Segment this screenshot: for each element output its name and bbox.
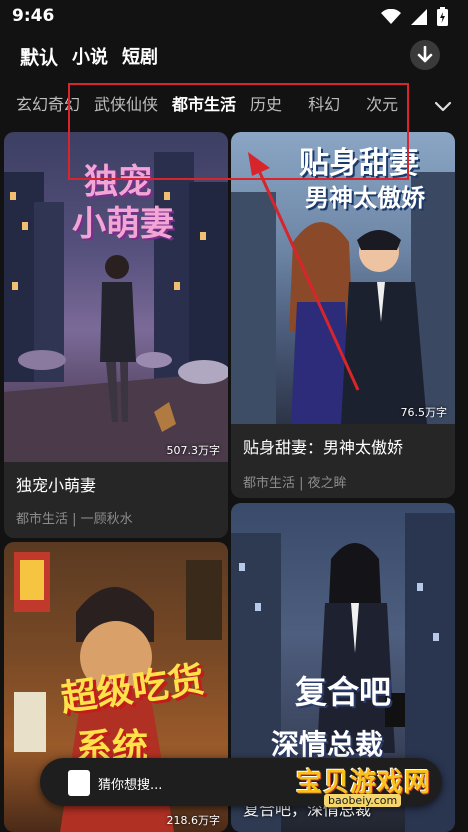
word-count: 76.5万字 xyxy=(400,406,448,419)
book-cover: 独宠 小萌妻 507.3万字 xyxy=(4,132,228,462)
chevron-down-icon xyxy=(434,101,452,112)
word-count: 507.3万字 xyxy=(166,444,221,457)
tab-short-drama[interactable]: 短剧 xyxy=(122,43,158,69)
book-title: 独宠小萌妻 xyxy=(16,476,97,495)
status-time: 9:46 xyxy=(12,6,55,26)
watermark-url: baobeiy.com xyxy=(324,794,402,807)
tab-novel[interactable]: 小说 xyxy=(72,43,108,69)
arrow-down-icon xyxy=(417,46,433,63)
cover-title-line1: 复合吧 xyxy=(295,673,392,711)
book-icon xyxy=(68,770,90,796)
search-suggestion-text: 猜你想搜... xyxy=(98,778,163,793)
cover-title-line2: 深情总裁 xyxy=(271,728,384,761)
battery-icon xyxy=(437,7,448,26)
book-title: 贴身甜妻：男神太傲娇 xyxy=(243,438,404,457)
top-tabs: 默认 小说 短剧 xyxy=(20,42,158,70)
book-meta: 都市生活 | 夜之眸 xyxy=(243,476,347,491)
status-icons xyxy=(381,7,448,26)
signal-icon xyxy=(411,8,427,25)
status-bar: 9:46 xyxy=(0,0,468,34)
tab-default[interactable]: 默认 xyxy=(20,43,58,70)
wifi-icon xyxy=(381,8,401,24)
cover-title-line2: 小萌妻 xyxy=(72,204,174,244)
word-count: 218.6万字 xyxy=(166,814,221,827)
download-button[interactable] xyxy=(410,40,440,70)
book-meta: 都市生活 | 一顾秋水 xyxy=(16,512,133,527)
category-expand-button[interactable] xyxy=(430,94,456,120)
annotation-arrow xyxy=(248,152,360,391)
book-card[interactable]: 独宠 小萌妻 507.3万字 独宠小萌妻 都市生活 | 一顾秋水 xyxy=(4,132,228,538)
watermark-logo: 宝贝游戏网 baobeiy.com xyxy=(296,762,444,814)
